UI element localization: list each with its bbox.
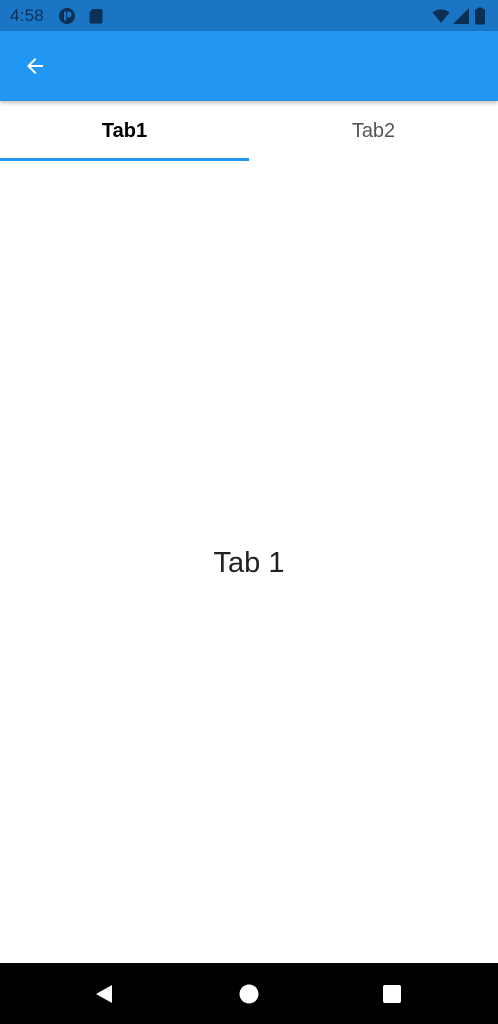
back-triangle-icon xyxy=(93,983,115,1005)
nav-back-button[interactable] xyxy=(91,981,117,1007)
tab-1[interactable]: Tab1 xyxy=(0,101,249,161)
status-bar: 4:58 xyxy=(0,0,498,31)
home-circle-icon xyxy=(238,983,260,1005)
cell-signal-icon xyxy=(452,7,470,25)
tab-2-label: Tab2 xyxy=(351,119,396,142)
tab-bar: Tab1 Tab2 xyxy=(0,101,498,161)
back-button[interactable] xyxy=(18,49,52,83)
app-bar xyxy=(0,31,498,101)
app-notification-icon xyxy=(58,7,76,25)
recents-square-icon xyxy=(381,983,403,1005)
tab-1-label: Tab1 xyxy=(101,119,148,142)
tab-content: Tab 1 xyxy=(0,161,498,963)
system-nav-bar xyxy=(0,963,498,1024)
wifi-icon xyxy=(432,7,450,25)
status-time: 4:58 xyxy=(10,6,44,25)
sd-card-icon xyxy=(87,7,105,25)
nav-recents-button[interactable] xyxy=(379,981,405,1007)
tab-2[interactable]: Tab2 xyxy=(249,101,498,161)
nav-home-button[interactable] xyxy=(236,981,262,1007)
battery-icon xyxy=(474,7,486,25)
arrow-back-icon xyxy=(23,54,47,78)
tab-content-text: Tab 1 xyxy=(213,546,285,579)
app-screen: 4:58 Tab1 Tab2 Tab 1 xyxy=(0,0,498,1024)
